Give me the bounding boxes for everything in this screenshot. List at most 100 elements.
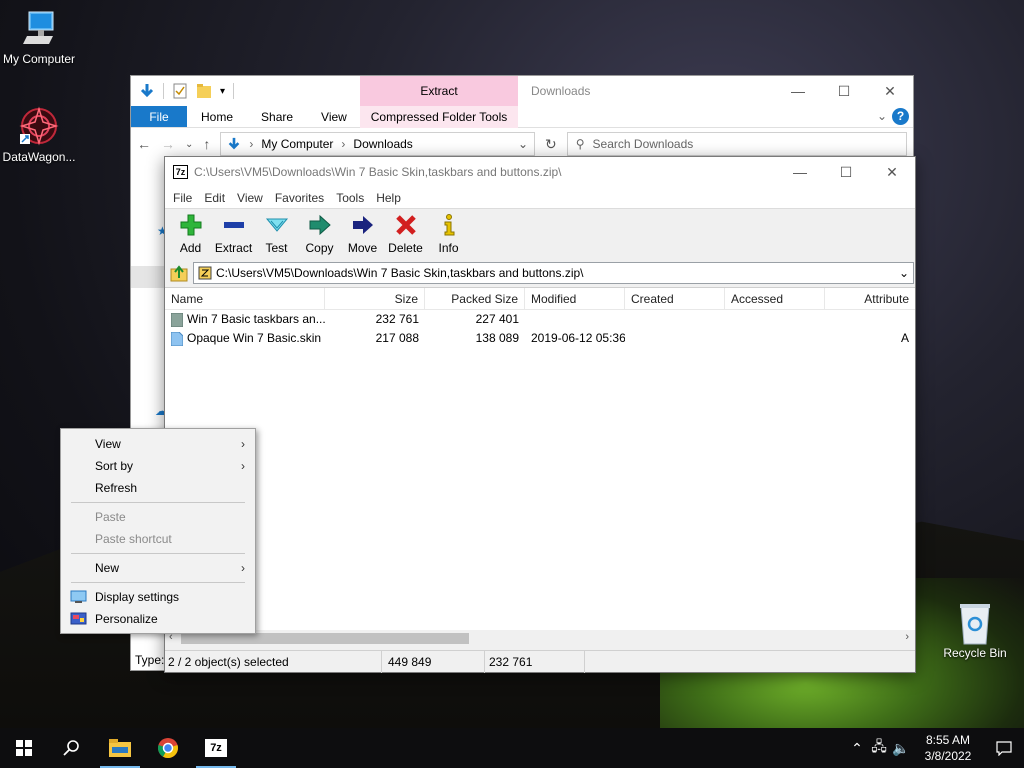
table-row[interactable]: Opaque Win 7 Basic.skin 217 088 138 089 …	[165, 329, 915, 348]
file-attribute: A	[900, 331, 909, 345]
menu-view[interactable]: View	[231, 191, 269, 205]
back-arrow-icon[interactable]: ←	[137, 136, 151, 152]
sevenzip-taskbar-icon: 7z	[205, 739, 227, 757]
menu-help[interactable]: Help	[370, 191, 407, 205]
delete-button[interactable]: Delete	[384, 211, 427, 259]
column-size[interactable]: Size	[325, 288, 425, 310]
tab-compressed-folder-tools[interactable]: Compressed Folder Tools	[360, 106, 518, 128]
add-icon	[180, 214, 201, 236]
quick-access-toolbar: ▾	[131, 83, 235, 99]
clock[interactable]: 8:55 AM 3/8/2022	[912, 732, 984, 764]
copy-label: Copy	[305, 241, 334, 255]
volume-icon[interactable]: 🔈	[890, 740, 912, 757]
menu-item-paste-shortcut[interactable]: Paste shortcut	[61, 528, 255, 550]
breadcrumb-downloads[interactable]: Downloads	[353, 137, 412, 151]
start-button[interactable]	[0, 728, 48, 768]
refresh-icon[interactable]: ↻	[545, 136, 557, 153]
column-attribute[interactable]: Attribute	[825, 288, 915, 310]
path-dropdown-icon[interactable]: ⌄	[899, 266, 909, 280]
menu-tools[interactable]: Tools	[330, 191, 370, 205]
ribbon-expand-icon[interactable]: ⌄	[877, 109, 887, 123]
taskbar-7zip[interactable]: 7z	[192, 728, 240, 768]
new-folder-icon[interactable]	[196, 83, 212, 99]
menu-item-sort-by[interactable]: Sort by ›	[61, 455, 255, 477]
menu-item-display-settings[interactable]: Display settings	[61, 586, 255, 608]
explorer-status-bar: Type:	[131, 650, 164, 670]
datawagon-icon	[19, 106, 59, 146]
menu-item-label: Paste	[95, 510, 126, 524]
address-dropdown-icon[interactable]: ⌄	[518, 137, 528, 151]
menu-item-view[interactable]: View ›	[61, 433, 255, 455]
path-combobox[interactable]: C:\Users\VM5\Downloads\Win 7 Basic Skin,…	[193, 262, 914, 284]
close-button[interactable]: ✕	[867, 76, 913, 106]
move-button[interactable]: Move	[341, 211, 384, 259]
add-button[interactable]: Add	[169, 211, 212, 259]
menu-item-new[interactable]: New ›	[61, 557, 255, 579]
explorer-titlebar: ▾ Extract Downloads — ☐ ✕	[131, 76, 913, 106]
forward-arrow-icon[interactable]: →	[161, 136, 175, 152]
column-packed-size[interactable]: Packed Size	[425, 288, 525, 310]
tab-home[interactable]: Home	[187, 106, 247, 127]
up-arrow-icon[interactable]: ↑	[203, 136, 210, 152]
desktop-icon-recycle-bin[interactable]: Recycle Bin	[930, 602, 1020, 660]
download-arrow-icon[interactable]	[139, 83, 155, 99]
taskbar-chrome[interactable]	[144, 728, 192, 768]
copy-button[interactable]: Copy	[298, 211, 341, 259]
search-button[interactable]	[48, 728, 96, 768]
qat-divider	[163, 83, 164, 99]
file-packed-size: 138 089	[475, 331, 519, 345]
sevenzip-logo-icon: 7z	[173, 165, 188, 179]
download-folder-icon	[229, 137, 240, 150]
desktop-icon-datawagon[interactable]: DataWagon...	[0, 106, 84, 164]
help-icon[interactable]: ?	[892, 108, 909, 125]
chevron-up-icon[interactable]: ⌃	[846, 740, 868, 757]
tab-view[interactable]: View	[307, 106, 361, 127]
column-accessed[interactable]: Accessed	[725, 288, 825, 310]
minimize-button[interactable]: —	[777, 157, 823, 187]
notification-icon	[996, 741, 1012, 756]
scroll-right-icon[interactable]: ›	[905, 631, 909, 643]
nav-selected-item[interactable]	[131, 266, 165, 288]
table-row[interactable]: Win 7 Basic taskbars an... 232 761 227 4…	[165, 310, 915, 329]
column-name[interactable]: Name	[165, 288, 325, 310]
explorer-title: Downloads	[531, 84, 591, 98]
info-button[interactable]: Info	[427, 211, 470, 259]
breadcrumb-my-computer[interactable]: My Computer	[261, 137, 333, 151]
menu-item-label: View	[95, 437, 121, 451]
extract-button[interactable]: Extract	[212, 211, 255, 259]
tab-file[interactable]: File	[131, 106, 187, 127]
desktop-icon-my-computer[interactable]: My Computer	[0, 8, 84, 66]
clock-time: 8:55 AM	[925, 733, 971, 747]
extract-icon	[223, 222, 244, 228]
horizontal-scrollbar[interactable]: ‹ ›	[165, 630, 915, 647]
minimize-button[interactable]: —	[775, 76, 821, 106]
menu-item-label: Display settings	[95, 590, 180, 604]
menu-item-personalize[interactable]: Personalize	[61, 608, 255, 630]
menu-edit[interactable]: Edit	[198, 191, 231, 205]
menu-item-refresh[interactable]: Refresh	[61, 477, 255, 499]
test-button[interactable]: Test	[255, 211, 298, 259]
action-center-button[interactable]	[984, 740, 1024, 756]
scrollbar-thumb[interactable]	[181, 633, 469, 644]
menu-item-paste[interactable]: Paste	[61, 506, 255, 528]
file-packed-size: 227 401	[475, 312, 519, 326]
tab-share[interactable]: Share	[247, 106, 307, 127]
qat-dropdown-icon[interactable]: ▾	[220, 86, 225, 97]
maximize-button[interactable]: ☐	[821, 76, 867, 106]
tab-extract[interactable]: Extract	[360, 76, 518, 106]
search-input[interactable]: ⚲ Search Downloads	[566, 132, 907, 156]
menu-favorites[interactable]: Favorites	[269, 191, 330, 205]
menu-file[interactable]: File	[167, 191, 198, 205]
file-modified: 2019-06-12 05:36	[531, 331, 625, 345]
close-button[interactable]: ✕	[869, 157, 915, 187]
folder-up-icon[interactable]	[169, 263, 189, 283]
properties-icon[interactable]	[172, 83, 188, 99]
column-modified[interactable]: Modified	[525, 288, 625, 310]
address-bar[interactable]: › My Computer › Downloads ⌄	[220, 132, 536, 156]
network-icon[interactable]: 🖧	[868, 736, 890, 760]
recent-dropdown-icon[interactable]: ⌄	[185, 139, 193, 150]
folder-icon	[171, 312, 183, 327]
taskbar-file-explorer[interactable]	[96, 728, 144, 768]
column-created[interactable]: Created	[625, 288, 725, 310]
maximize-button[interactable]: ☐	[823, 157, 869, 187]
